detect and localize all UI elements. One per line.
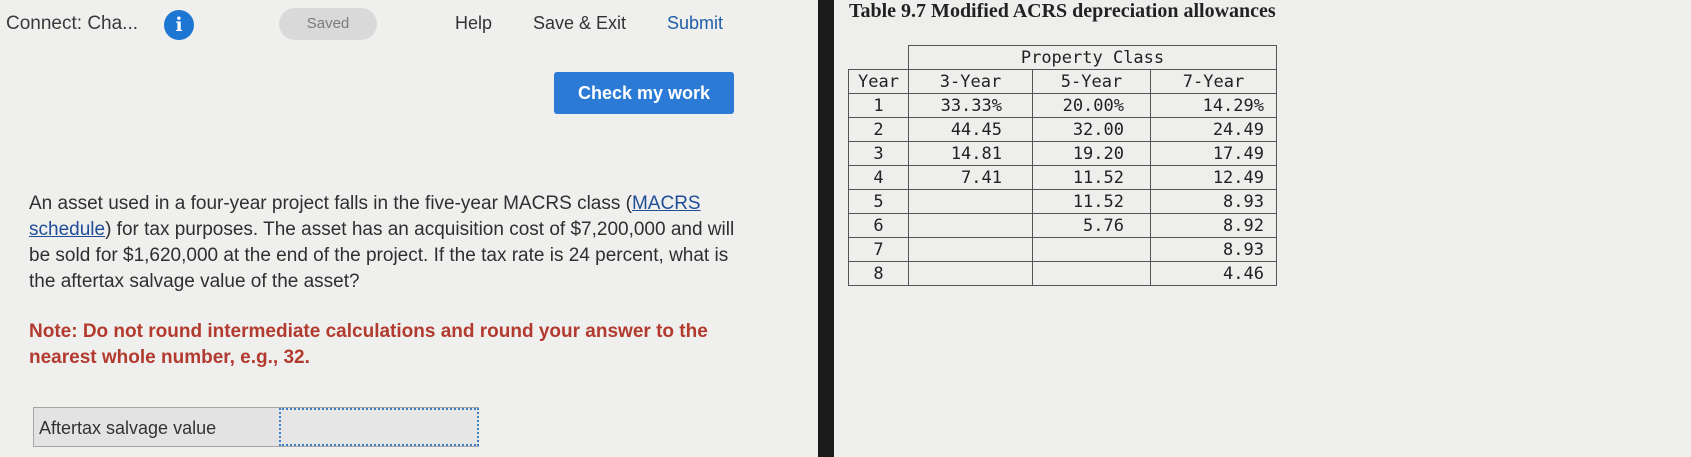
table-row: 6 5.76 8.92 bbox=[848, 213, 1277, 238]
question-text-part2: ) for tax purposes. The asset has an acq… bbox=[29, 219, 735, 292]
year-cell: 7 bbox=[848, 237, 909, 262]
cell-5-year bbox=[1032, 261, 1151, 286]
cell-3-year: 14.81 bbox=[908, 141, 1033, 166]
cell-7-year: 8.92 bbox=[1150, 213, 1277, 238]
cell-7-year: 24.49 bbox=[1150, 117, 1277, 142]
submit-link[interactable]: Submit bbox=[667, 13, 723, 34]
question-text-part1: An asset used in a four-year project fal… bbox=[29, 193, 632, 214]
question-text: An asset used in a four-year project fal… bbox=[29, 191, 749, 295]
cell-5-year bbox=[1032, 237, 1151, 262]
year-cell: 8 bbox=[848, 261, 909, 286]
year-cell: 3 bbox=[848, 141, 909, 166]
cell-5-year: 19.20 bbox=[1032, 141, 1151, 166]
cell-5-year: 20.00% bbox=[1032, 93, 1151, 118]
help-link[interactable]: Help bbox=[455, 13, 492, 34]
year-cell: 2 bbox=[848, 117, 909, 142]
check-my-work-button[interactable]: Check my work bbox=[554, 72, 734, 114]
cell-7-year: 12.49 bbox=[1150, 165, 1277, 190]
pane-divider bbox=[818, 0, 834, 457]
table-pane: Table 9.7 Modified ACRS depreciation all… bbox=[834, 0, 1691, 457]
property-class-header: Property Class bbox=[908, 45, 1277, 70]
cell-7-year: 17.49 bbox=[1150, 141, 1277, 166]
table-corner-cell bbox=[848, 45, 909, 70]
cell-3-year: 44.45 bbox=[908, 117, 1033, 142]
cell-5-year: 11.52 bbox=[1032, 189, 1151, 214]
cell-7-year: 14.29% bbox=[1150, 93, 1277, 118]
question-pane: Connect: Cha... i Saved Help Save & Exit… bbox=[0, 0, 818, 457]
table-row: 5 11.52 8.93 bbox=[848, 189, 1277, 214]
col-3-year-header: 3-Year bbox=[908, 69, 1033, 94]
cell-3-year bbox=[908, 237, 1033, 262]
table-title: Table 9.7 Modified ACRS depreciation all… bbox=[849, 0, 1276, 22]
cell-5-year: 11.52 bbox=[1032, 165, 1151, 190]
cell-5-year: 5.76 bbox=[1032, 213, 1151, 238]
app-title: Connect: Cha... bbox=[6, 13, 139, 34]
cell-7-year: 8.93 bbox=[1150, 237, 1277, 262]
table-header-row: Year 3-Year 5-Year 7-Year bbox=[848, 69, 1277, 94]
answer-row: Aftertax salvage value bbox=[33, 407, 479, 447]
table-row: 3 14.81 19.20 17.49 bbox=[848, 141, 1277, 166]
save-exit-link[interactable]: Save & Exit bbox=[533, 13, 626, 34]
top-bar: Connect: Cha... i Saved Help Save & Exit… bbox=[0, 0, 818, 48]
cell-3-year bbox=[908, 189, 1033, 214]
year-header: Year bbox=[848, 69, 909, 94]
cell-7-year: 8.93 bbox=[1150, 189, 1277, 214]
cell-3-year bbox=[908, 213, 1033, 238]
table-row: 8 4.46 bbox=[848, 261, 1277, 286]
cell-3-year bbox=[908, 261, 1033, 286]
table-row: 7 8.93 bbox=[848, 237, 1277, 262]
year-cell: 1 bbox=[848, 93, 909, 118]
answer-label: Aftertax salvage value bbox=[39, 418, 217, 438]
year-cell: 5 bbox=[848, 189, 909, 214]
year-cell: 6 bbox=[848, 213, 909, 238]
table-row: 2 44.45 32.00 24.49 bbox=[848, 117, 1277, 142]
col-7-year-header: 7-Year bbox=[1150, 69, 1277, 94]
col-5-year-header: 5-Year bbox=[1032, 69, 1151, 94]
table-group-header-row: Property Class bbox=[848, 45, 1277, 70]
rounding-note: Note: Do not round intermediate calculat… bbox=[29, 321, 708, 368]
cell-7-year: 4.46 bbox=[1150, 261, 1277, 286]
info-icon[interactable]: i bbox=[164, 10, 194, 40]
saved-status-badge: Saved bbox=[279, 8, 377, 40]
cell-3-year: 33.33% bbox=[908, 93, 1033, 118]
cell-5-year: 32.00 bbox=[1032, 117, 1151, 142]
year-cell: 4 bbox=[848, 165, 909, 190]
cell-3-year: 7.41 bbox=[908, 165, 1033, 190]
table-row: 4 7.41 11.52 12.49 bbox=[848, 165, 1277, 190]
aftertax-salvage-input[interactable] bbox=[279, 408, 479, 446]
table-row: 1 33.33% 20.00% 14.29% bbox=[848, 93, 1277, 118]
macrs-table: Property Class Year 3-Year 5-Year 7-Year… bbox=[848, 45, 1277, 286]
